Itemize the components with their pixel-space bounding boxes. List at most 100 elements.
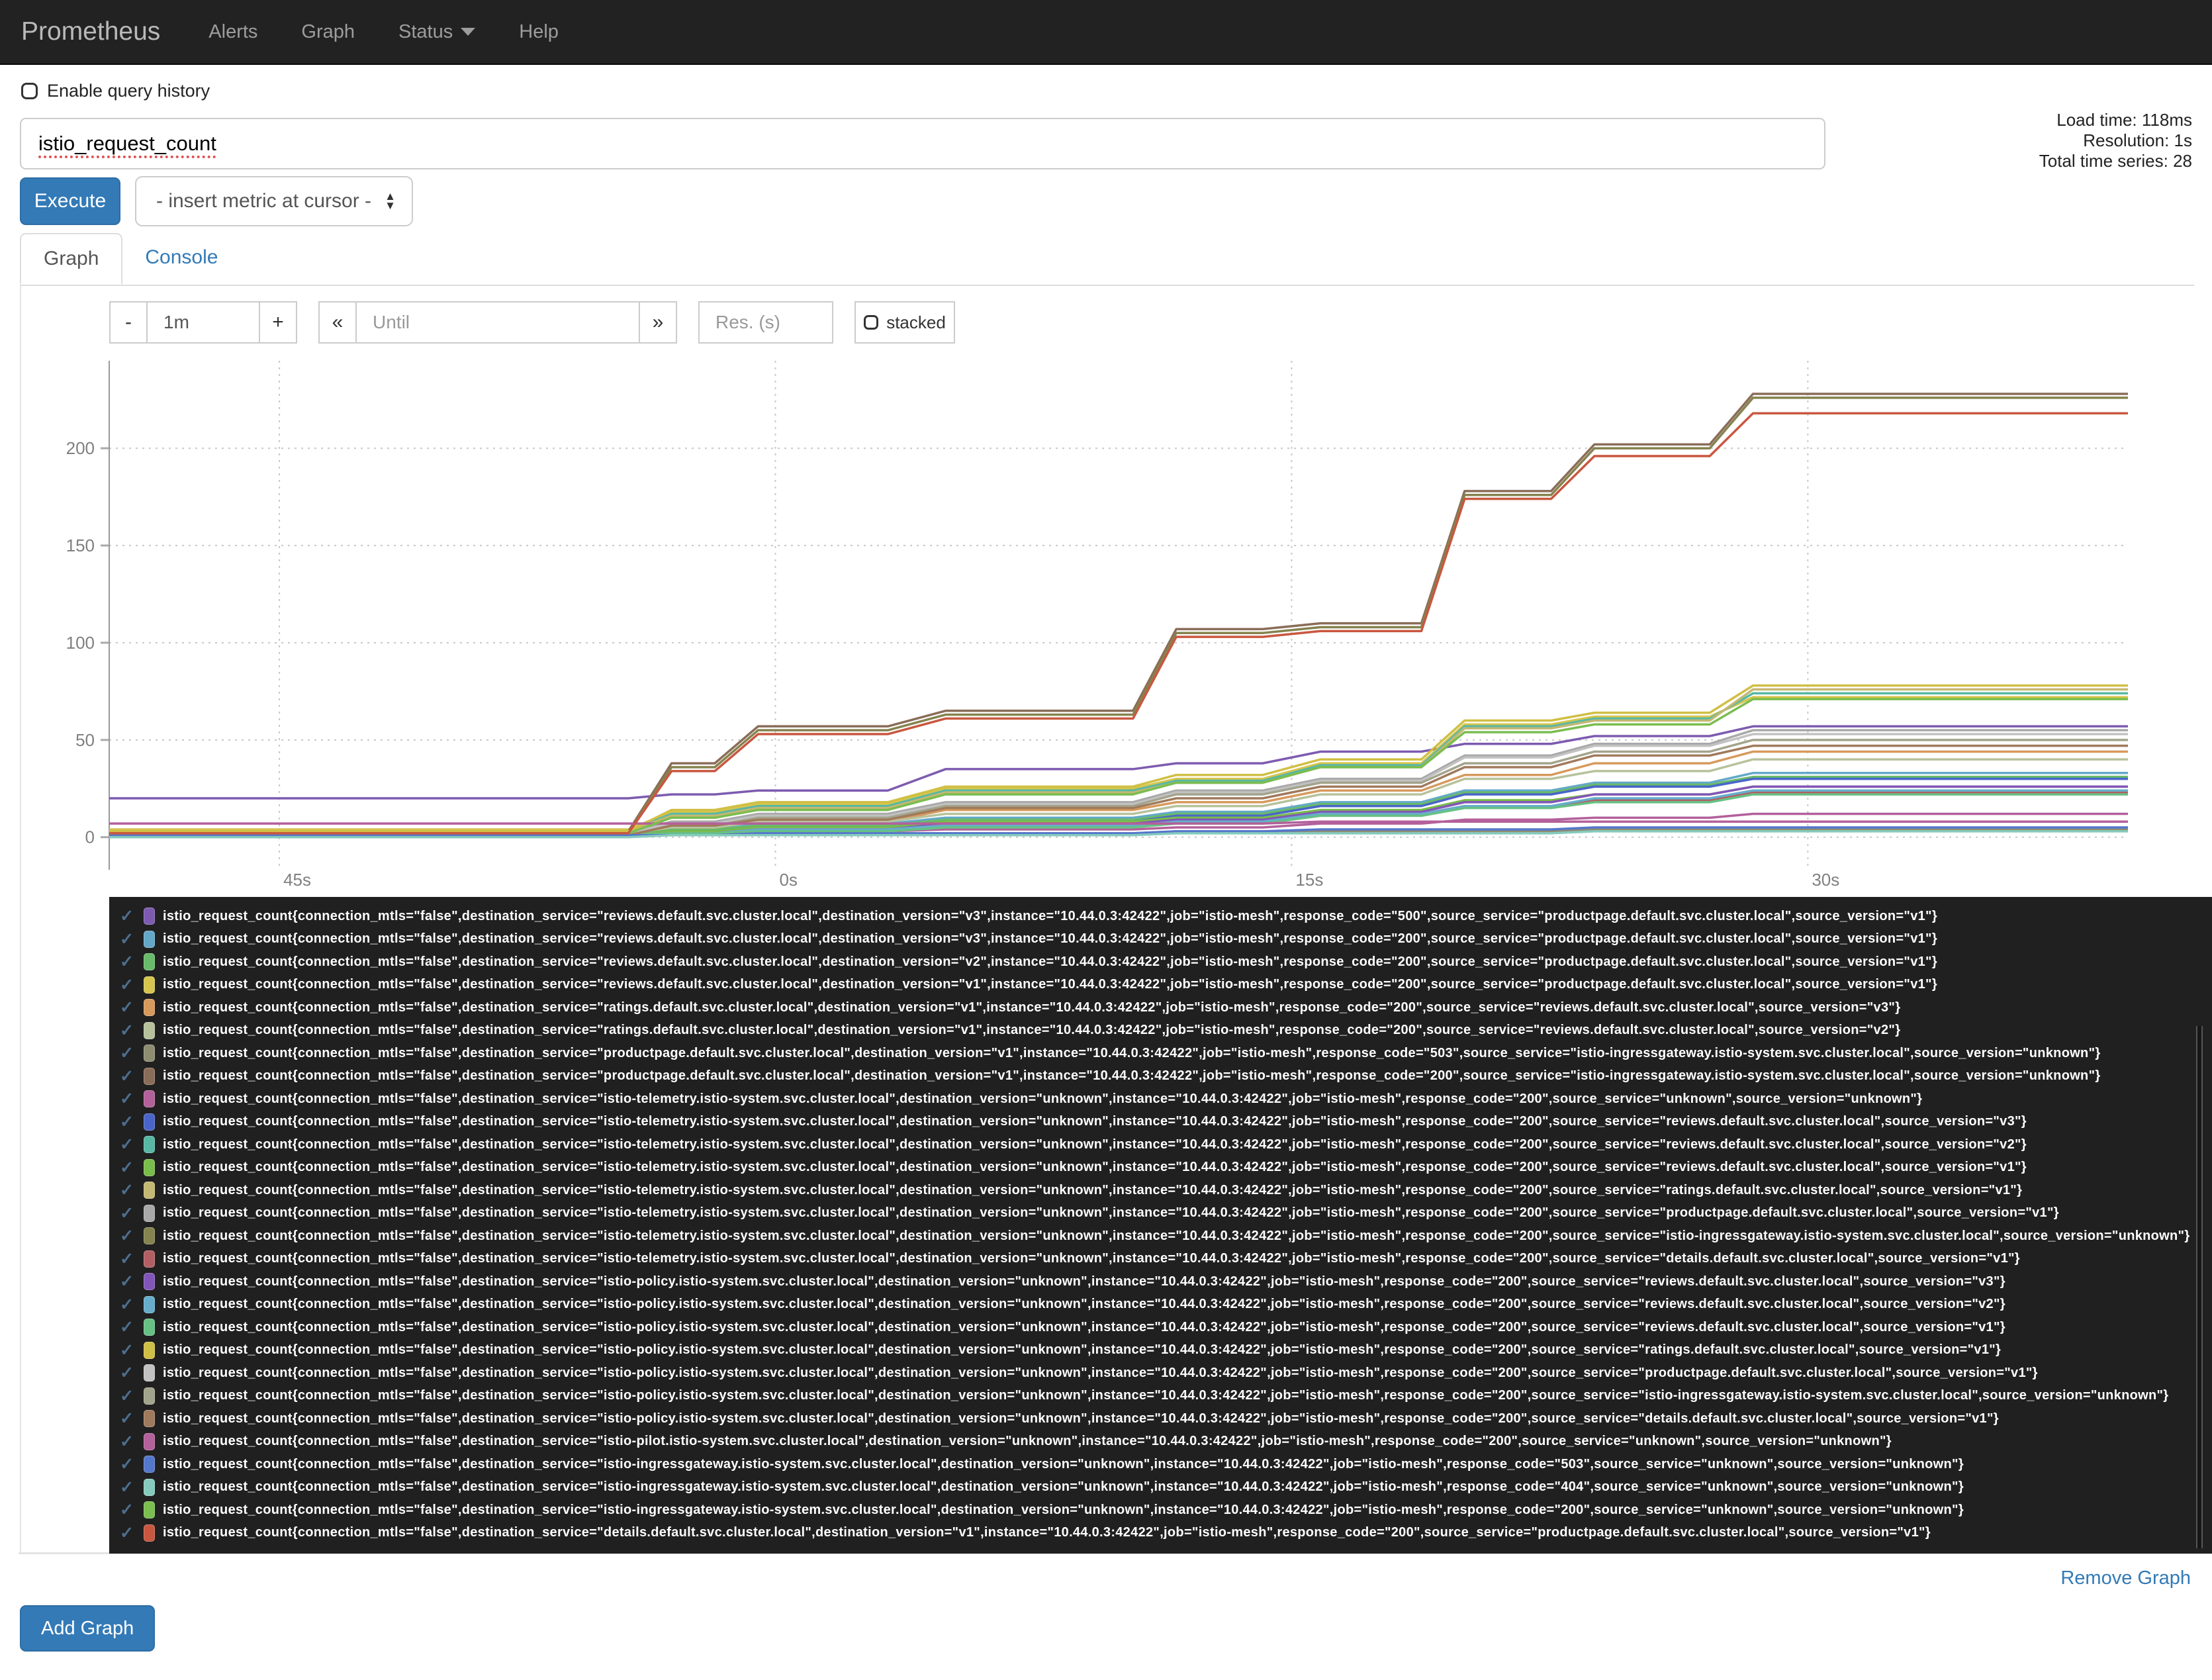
series-label: istio_request_count{connection_mtls="fal… — [163, 1456, 1964, 1471]
brand-prometheus: Prometheus — [21, 17, 161, 46]
nav-item-status[interactable]: Status — [377, 21, 497, 43]
add-graph-button[interactable]: Add Graph — [20, 1605, 156, 1652]
legend-row[interactable]: ✓ istio_request_count{connection_mtls="fa… — [120, 905, 2212, 928]
graph-controls: - 1m + « Until » Res. (s) stacked — [109, 301, 955, 344]
series-color-swatch — [144, 908, 155, 925]
legend-row[interactable]: ✓ istio_request_count{connection_mtls="fa… — [120, 1179, 2212, 1202]
legend-row[interactable]: ✓ istio_request_count{connection_mtls="fa… — [120, 1362, 2212, 1385]
series-color-swatch — [144, 1158, 155, 1176]
series-color-swatch — [144, 1410, 155, 1428]
legend-scrollbar[interactable] — [2196, 1026, 2203, 1548]
tab-graph[interactable]: Graph — [20, 233, 123, 285]
legend-row[interactable]: ✓ istio_request_count{connection_mtls="fa… — [120, 1522, 2212, 1545]
series-line[interactable] — [109, 393, 2128, 833]
series-color-swatch — [144, 1478, 155, 1496]
legend-row[interactable]: ✓ istio_request_count{connection_mtls="fa… — [120, 1019, 2212, 1043]
legend-row[interactable]: ✓ istio_request_count{connection_mtls="fa… — [120, 1065, 2212, 1088]
nav-item-status-label: Status — [398, 21, 453, 42]
series-enabled-check-icon: ✓ — [120, 1066, 134, 1086]
series-line[interactable] — [109, 412, 2128, 835]
stacked-toggle[interactable]: stacked — [854, 301, 955, 344]
y-tick-label: 100 — [66, 633, 95, 653]
legend-row[interactable]: ✓ istio_request_count{connection_mtls="fa… — [120, 1407, 2212, 1430]
chart-svg[interactable]: 45s 0s 15s 30s 0 50 100 150 200 — [43, 354, 2141, 892]
stat-total-series: Total time series: 28 — [2039, 151, 2192, 171]
series-label: istio_request_count{connection_mtls="fal… — [163, 1091, 1923, 1106]
nav-item-graph[interactable]: Graph — [279, 21, 377, 43]
legend-row[interactable]: ✓ istio_request_count{connection_mtls="fa… — [120, 1156, 2212, 1180]
nav-item-help[interactable]: Help — [497, 21, 580, 43]
resolution-input[interactable]: Res. (s) — [698, 301, 833, 344]
legend-row[interactable]: ✓ istio_request_count{connection_mtls="fa… — [120, 974, 2212, 997]
legend-row[interactable]: ✓ istio_request_count{connection_mtls="fa… — [120, 951, 2212, 974]
y-tick-label: 0 — [85, 827, 95, 847]
series-label: istio_request_count{connection_mtls="fal… — [163, 1479, 1964, 1495]
legend-row[interactable]: ✓ istio_request_count{connection_mtls="fa… — [120, 1499, 2212, 1522]
legend-row[interactable]: ✓ istio_request_count{connection_mtls="fa… — [120, 1225, 2212, 1248]
legend-row[interactable]: ✓ istio_request_count{connection_mtls="fa… — [120, 1476, 2212, 1499]
series-color-swatch — [144, 1341, 155, 1359]
time-back-button[interactable]: « — [318, 301, 357, 344]
range-input[interactable]: 1m — [146, 301, 260, 344]
series-color-swatch — [144, 1021, 155, 1039]
prometheus-app: Prometheus Alerts Graph Status Help Enab… — [0, 0, 2212, 1680]
series-color-swatch — [144, 976, 155, 994]
series-label: istio_request_count{connection_mtls="fal… — [163, 1182, 2023, 1197]
execute-button[interactable]: Execute — [20, 177, 120, 225]
range-increase-button[interactable]: + — [259, 301, 297, 344]
legend-row[interactable]: ✓ istio_request_count{connection_mtls="fa… — [120, 1202, 2212, 1225]
legend-row[interactable]: ✓ istio_request_count{connection_mtls="fa… — [120, 996, 2212, 1019]
series-label: istio_request_count{connection_mtls="fal… — [163, 1045, 2101, 1060]
series-enabled-check-icon: ✓ — [120, 1272, 134, 1291]
legend-row[interactable]: ✓ istio_request_count{connection_mtls="fa… — [120, 1293, 2212, 1317]
range-decrease-button[interactable]: - — [109, 301, 148, 344]
nav-item-alerts[interactable]: Alerts — [187, 21, 279, 43]
series-enabled-check-icon: ✓ — [120, 1021, 134, 1040]
series-label: istio_request_count{connection_mtls="fal… — [163, 1319, 2005, 1334]
series-label: istio_request_count{connection_mtls="fal… — [163, 1274, 2005, 1289]
until-input[interactable]: Until — [355, 301, 640, 344]
legend-row[interactable]: ✓ istio_request_count{connection_mtls="fa… — [120, 1270, 2212, 1293]
legend-row[interactable]: ✓ istio_request_count{connection_mtls="fa… — [120, 1385, 2212, 1408]
series-label: istio_request_count{connection_mtls="fal… — [163, 977, 1937, 992]
tab-console[interactable]: Console — [122, 233, 240, 285]
enable-query-history-checkbox[interactable] — [21, 83, 38, 99]
metric-select[interactable]: - insert metric at cursor - ▲ ▼ — [135, 176, 413, 226]
legend-row[interactable]: ✓ istio_request_count{connection_mtls="fa… — [120, 1248, 2212, 1271]
series-enabled-check-icon: ✓ — [120, 929, 134, 949]
series-color-swatch — [144, 1432, 155, 1450]
series-label: istio_request_count{connection_mtls="fal… — [163, 1137, 2027, 1152]
query-input[interactable]: istio_request_count — [20, 118, 1825, 169]
stacked-checkbox[interactable] — [864, 315, 879, 330]
time-group: « Until » — [318, 301, 677, 344]
legend-row[interactable]: ✓ istio_request_count{connection_mtls="fa… — [120, 1430, 2212, 1454]
legend-row[interactable]: ✓ istio_request_count{connection_mtls="fa… — [120, 1316, 2212, 1339]
series-enabled-check-icon: ✓ — [120, 1409, 134, 1428]
series-enabled-check-icon: ✓ — [120, 1295, 134, 1314]
legend-row[interactable]: ✓ istio_request_count{connection_mtls="fa… — [120, 1088, 2212, 1111]
series-enabled-check-icon: ✓ — [120, 907, 134, 926]
legend-row[interactable]: ✓ istio_request_count{connection_mtls="fa… — [120, 1133, 2212, 1156]
query-stats: Load time: 118ms Resolution: 1s Total ti… — [2039, 110, 2192, 171]
chart-area[interactable]: 45s 0s 15s 30s 0 50 100 150 200 — [43, 354, 2141, 892]
legend-row[interactable]: ✓ istio_request_count{connection_mtls="fa… — [120, 1111, 2212, 1134]
legend-row[interactable]: ✓ istio_request_count{connection_mtls="fa… — [120, 1042, 2212, 1065]
series-label: istio_request_count{connection_mtls="fal… — [163, 1388, 2169, 1403]
series-enabled-check-icon: ✓ — [120, 1158, 134, 1177]
series-label: istio_request_count{connection_mtls="fal… — [163, 1434, 1892, 1449]
series-line[interactable] — [109, 397, 2128, 835]
series-enabled-check-icon: ✓ — [120, 1501, 134, 1520]
legend-row[interactable]: ✓ istio_request_count{connection_mtls="fa… — [120, 1453, 2212, 1476]
series-label: istio_request_count{connection_mtls="fal… — [163, 1342, 2002, 1358]
series-enabled-check-icon: ✓ — [120, 1477, 134, 1497]
time-forward-button[interactable]: » — [639, 301, 677, 344]
series-label: istio_request_count{connection_mtls="fal… — [163, 1114, 2027, 1129]
legend-row[interactable]: ✓ istio_request_count{connection_mtls="fa… — [120, 928, 2212, 951]
remove-graph-link[interactable]: Remove Graph — [2060, 1567, 2191, 1589]
metric-select-value: - insert metric at cursor - — [156, 190, 372, 212]
y-tick-label: 200 — [66, 438, 95, 458]
series-label: istio_request_count{connection_mtls="fal… — [163, 1411, 1999, 1426]
series-enabled-check-icon: ✓ — [120, 1044, 134, 1063]
series-color-swatch — [144, 1295, 155, 1313]
legend-row[interactable]: ✓ istio_request_count{connection_mtls="fa… — [120, 1339, 2212, 1362]
